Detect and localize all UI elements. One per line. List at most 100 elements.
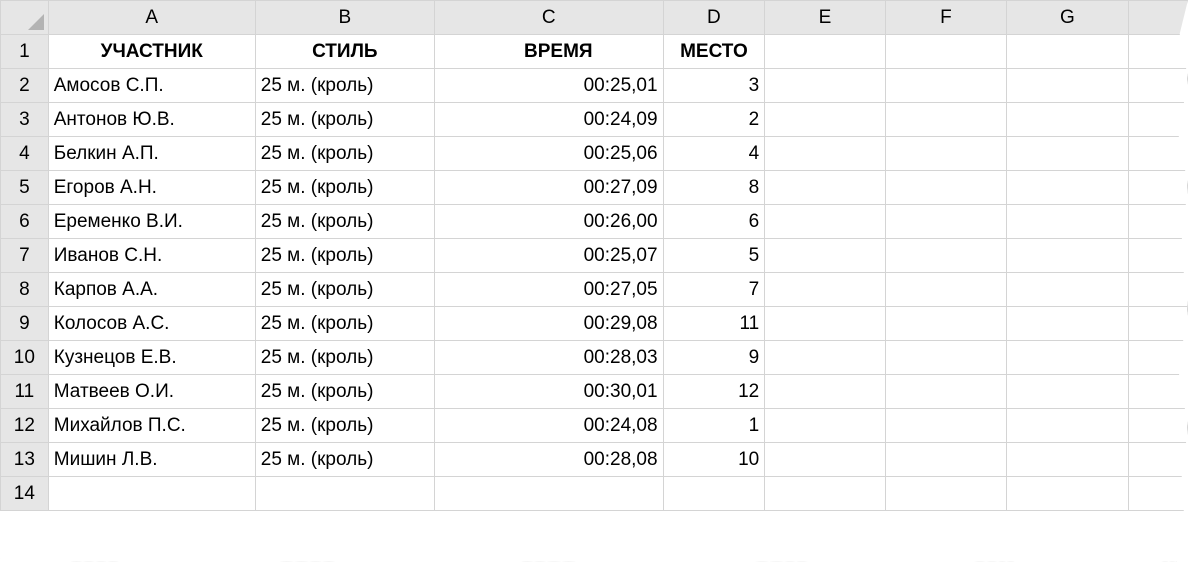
style-cell[interactable]: 25 м. (кроль) bbox=[254, 272, 435, 307]
column-header-h[interactable] bbox=[1127, 0, 1188, 35]
row-header[interactable]: 11 bbox=[0, 374, 49, 409]
place-cell[interactable]: 12 bbox=[662, 374, 766, 409]
empty-cell-g[interactable] bbox=[1006, 238, 1129, 273]
participant-cell[interactable]: Колосов А.С. bbox=[47, 306, 256, 341]
empty-cell-f[interactable] bbox=[884, 340, 1008, 375]
column-header-d[interactable]: D bbox=[662, 0, 766, 35]
header-cell-participant[interactable]: УЧАСТНИК bbox=[47, 34, 256, 69]
empty-cell-f[interactable] bbox=[884, 204, 1008, 239]
place-cell[interactable]: 10 bbox=[662, 442, 766, 477]
participant-cell[interactable]: Иванов С.Н. bbox=[47, 238, 256, 273]
place-cell[interactable]: 3 bbox=[662, 68, 766, 103]
empty-cell-g[interactable] bbox=[1006, 374, 1129, 409]
empty-cell-g[interactable] bbox=[1006, 102, 1129, 137]
empty-cell-e[interactable] bbox=[764, 102, 886, 137]
participant-cell[interactable]: Матвеев О.И. bbox=[47, 374, 256, 409]
empty-cell-f[interactable] bbox=[884, 408, 1008, 443]
place-cell[interactable]: 8 bbox=[662, 170, 766, 205]
participant-cell[interactable]: Михайлов П.С. bbox=[47, 408, 256, 443]
empty-cell-h[interactable] bbox=[1127, 102, 1188, 137]
participant-cell[interactable]: Кузнецов Е.В. bbox=[47, 340, 256, 375]
empty-cell-g[interactable] bbox=[1006, 340, 1129, 375]
column-header-e[interactable]: E bbox=[764, 0, 886, 35]
time-cell[interactable]: 00:25,07 bbox=[433, 238, 664, 273]
time-cell[interactable]: 00:26,00 bbox=[433, 204, 664, 239]
place-cell[interactable]: 6 bbox=[662, 204, 766, 239]
empty-cell-h[interactable] bbox=[1127, 68, 1188, 103]
empty-cell-h[interactable] bbox=[1127, 204, 1188, 239]
empty-cell-h[interactable] bbox=[1127, 272, 1188, 307]
participant-cell[interactable]: Белкин А.П. bbox=[47, 136, 256, 171]
place-cell[interactable]: 5 bbox=[662, 238, 766, 273]
time-cell[interactable]: 00:27,05 bbox=[433, 272, 664, 307]
time-cell[interactable]: 00:28,03 bbox=[433, 340, 664, 375]
cell-e1[interactable] bbox=[764, 34, 886, 69]
empty-cell-f[interactable] bbox=[884, 238, 1008, 273]
empty-cell-e[interactable] bbox=[764, 442, 886, 477]
empty-cell-e[interactable] bbox=[764, 408, 886, 443]
empty-cell-f[interactable] bbox=[884, 170, 1008, 205]
empty-cell-e[interactable] bbox=[764, 68, 886, 103]
style-cell[interactable]: 25 м. (кроль) bbox=[254, 204, 435, 239]
column-header-g[interactable]: G bbox=[1006, 0, 1129, 35]
style-cell[interactable]: 25 м. (кроль) bbox=[254, 442, 435, 477]
empty-cell-e[interactable] bbox=[764, 272, 886, 307]
empty-cell-g[interactable] bbox=[1006, 476, 1129, 511]
row-header[interactable]: 10 bbox=[0, 340, 49, 375]
style-cell[interactable]: 25 м. (кроль) bbox=[254, 170, 435, 205]
header-cell-style[interactable]: СТИЛЬ bbox=[254, 34, 435, 69]
empty-cell-h[interactable] bbox=[1127, 374, 1188, 409]
style-cell[interactable]: 25 м. (кроль) bbox=[254, 136, 435, 171]
style-cell[interactable]: 25 м. (кроль) bbox=[254, 408, 435, 443]
place-cell[interactable]: 1 bbox=[662, 408, 766, 443]
style-cell[interactable]: 25 м. (кроль) bbox=[254, 374, 435, 409]
style-cell[interactable]: 25 м. (кроль) bbox=[254, 68, 435, 103]
empty-cell-h[interactable] bbox=[1127, 306, 1188, 341]
empty-cell-f[interactable] bbox=[884, 136, 1008, 171]
place-cell[interactable]: 9 bbox=[662, 340, 766, 375]
participant-cell[interactable]: Антонов Ю.В. bbox=[47, 102, 256, 137]
empty-cell-e[interactable] bbox=[764, 204, 886, 239]
time-cell[interactable]: 00:24,08 bbox=[433, 408, 664, 443]
place-cell[interactable]: 4 bbox=[662, 136, 766, 171]
participant-cell[interactable]: Егоров А.Н. bbox=[47, 170, 256, 205]
empty-cell-e[interactable] bbox=[764, 238, 886, 273]
column-header-a[interactable]: A bbox=[47, 0, 256, 35]
empty-cell-g[interactable] bbox=[1006, 68, 1129, 103]
row-header[interactable]: 3 bbox=[0, 102, 49, 137]
empty-cell-g[interactable] bbox=[1006, 272, 1129, 307]
time-cell[interactable]: 00:30,01 bbox=[433, 374, 664, 409]
empty-cell-h[interactable] bbox=[1127, 442, 1188, 477]
empty-cell-g[interactable] bbox=[1006, 136, 1129, 171]
row-header-1[interactable]: 1 bbox=[0, 34, 49, 69]
row-header[interactable]: 2 bbox=[0, 68, 49, 103]
empty-cell-g[interactable] bbox=[1006, 306, 1129, 341]
row-header[interactable]: 8 bbox=[0, 272, 49, 307]
cell-g1[interactable] bbox=[1006, 34, 1129, 69]
time-cell[interactable]: 00:28,08 bbox=[433, 442, 664, 477]
empty-cell-f[interactable] bbox=[884, 476, 1008, 511]
empty-cell-f[interactable] bbox=[884, 442, 1008, 477]
header-cell-time[interactable]: ВРЕМЯ bbox=[433, 34, 664, 69]
place-cell[interactable]: 2 bbox=[662, 102, 766, 137]
row-header[interactable]: 4 bbox=[0, 136, 49, 171]
empty-cell-h[interactable] bbox=[1127, 170, 1188, 205]
empty-cell-f[interactable] bbox=[884, 306, 1008, 341]
cell-h1[interactable] bbox=[1127, 34, 1188, 69]
time-cell[interactable]: 00:29,08 bbox=[433, 306, 664, 341]
time-cell[interactable]: 00:24,09 bbox=[433, 102, 664, 137]
style-cell[interactable]: 25 м. (кроль) bbox=[254, 306, 435, 341]
participant-cell[interactable]: Амосов С.П. bbox=[47, 68, 256, 103]
row-header[interactable]: 5 bbox=[0, 170, 49, 205]
cell-f1[interactable] bbox=[884, 34, 1008, 69]
row-header[interactable]: 14 bbox=[0, 476, 49, 511]
empty-cell-c[interactable] bbox=[433, 476, 664, 511]
participant-cell[interactable]: Карпов А.А. bbox=[47, 272, 256, 307]
empty-cell-h[interactable] bbox=[1127, 408, 1188, 443]
style-cell[interactable]: 25 м. (кроль) bbox=[254, 340, 435, 375]
empty-cell-h[interactable] bbox=[1127, 238, 1188, 273]
empty-cell-e[interactable] bbox=[764, 136, 886, 171]
empty-cell-h[interactable] bbox=[1127, 476, 1188, 511]
empty-cell-g[interactable] bbox=[1006, 442, 1129, 477]
place-cell[interactable]: 7 bbox=[662, 272, 766, 307]
